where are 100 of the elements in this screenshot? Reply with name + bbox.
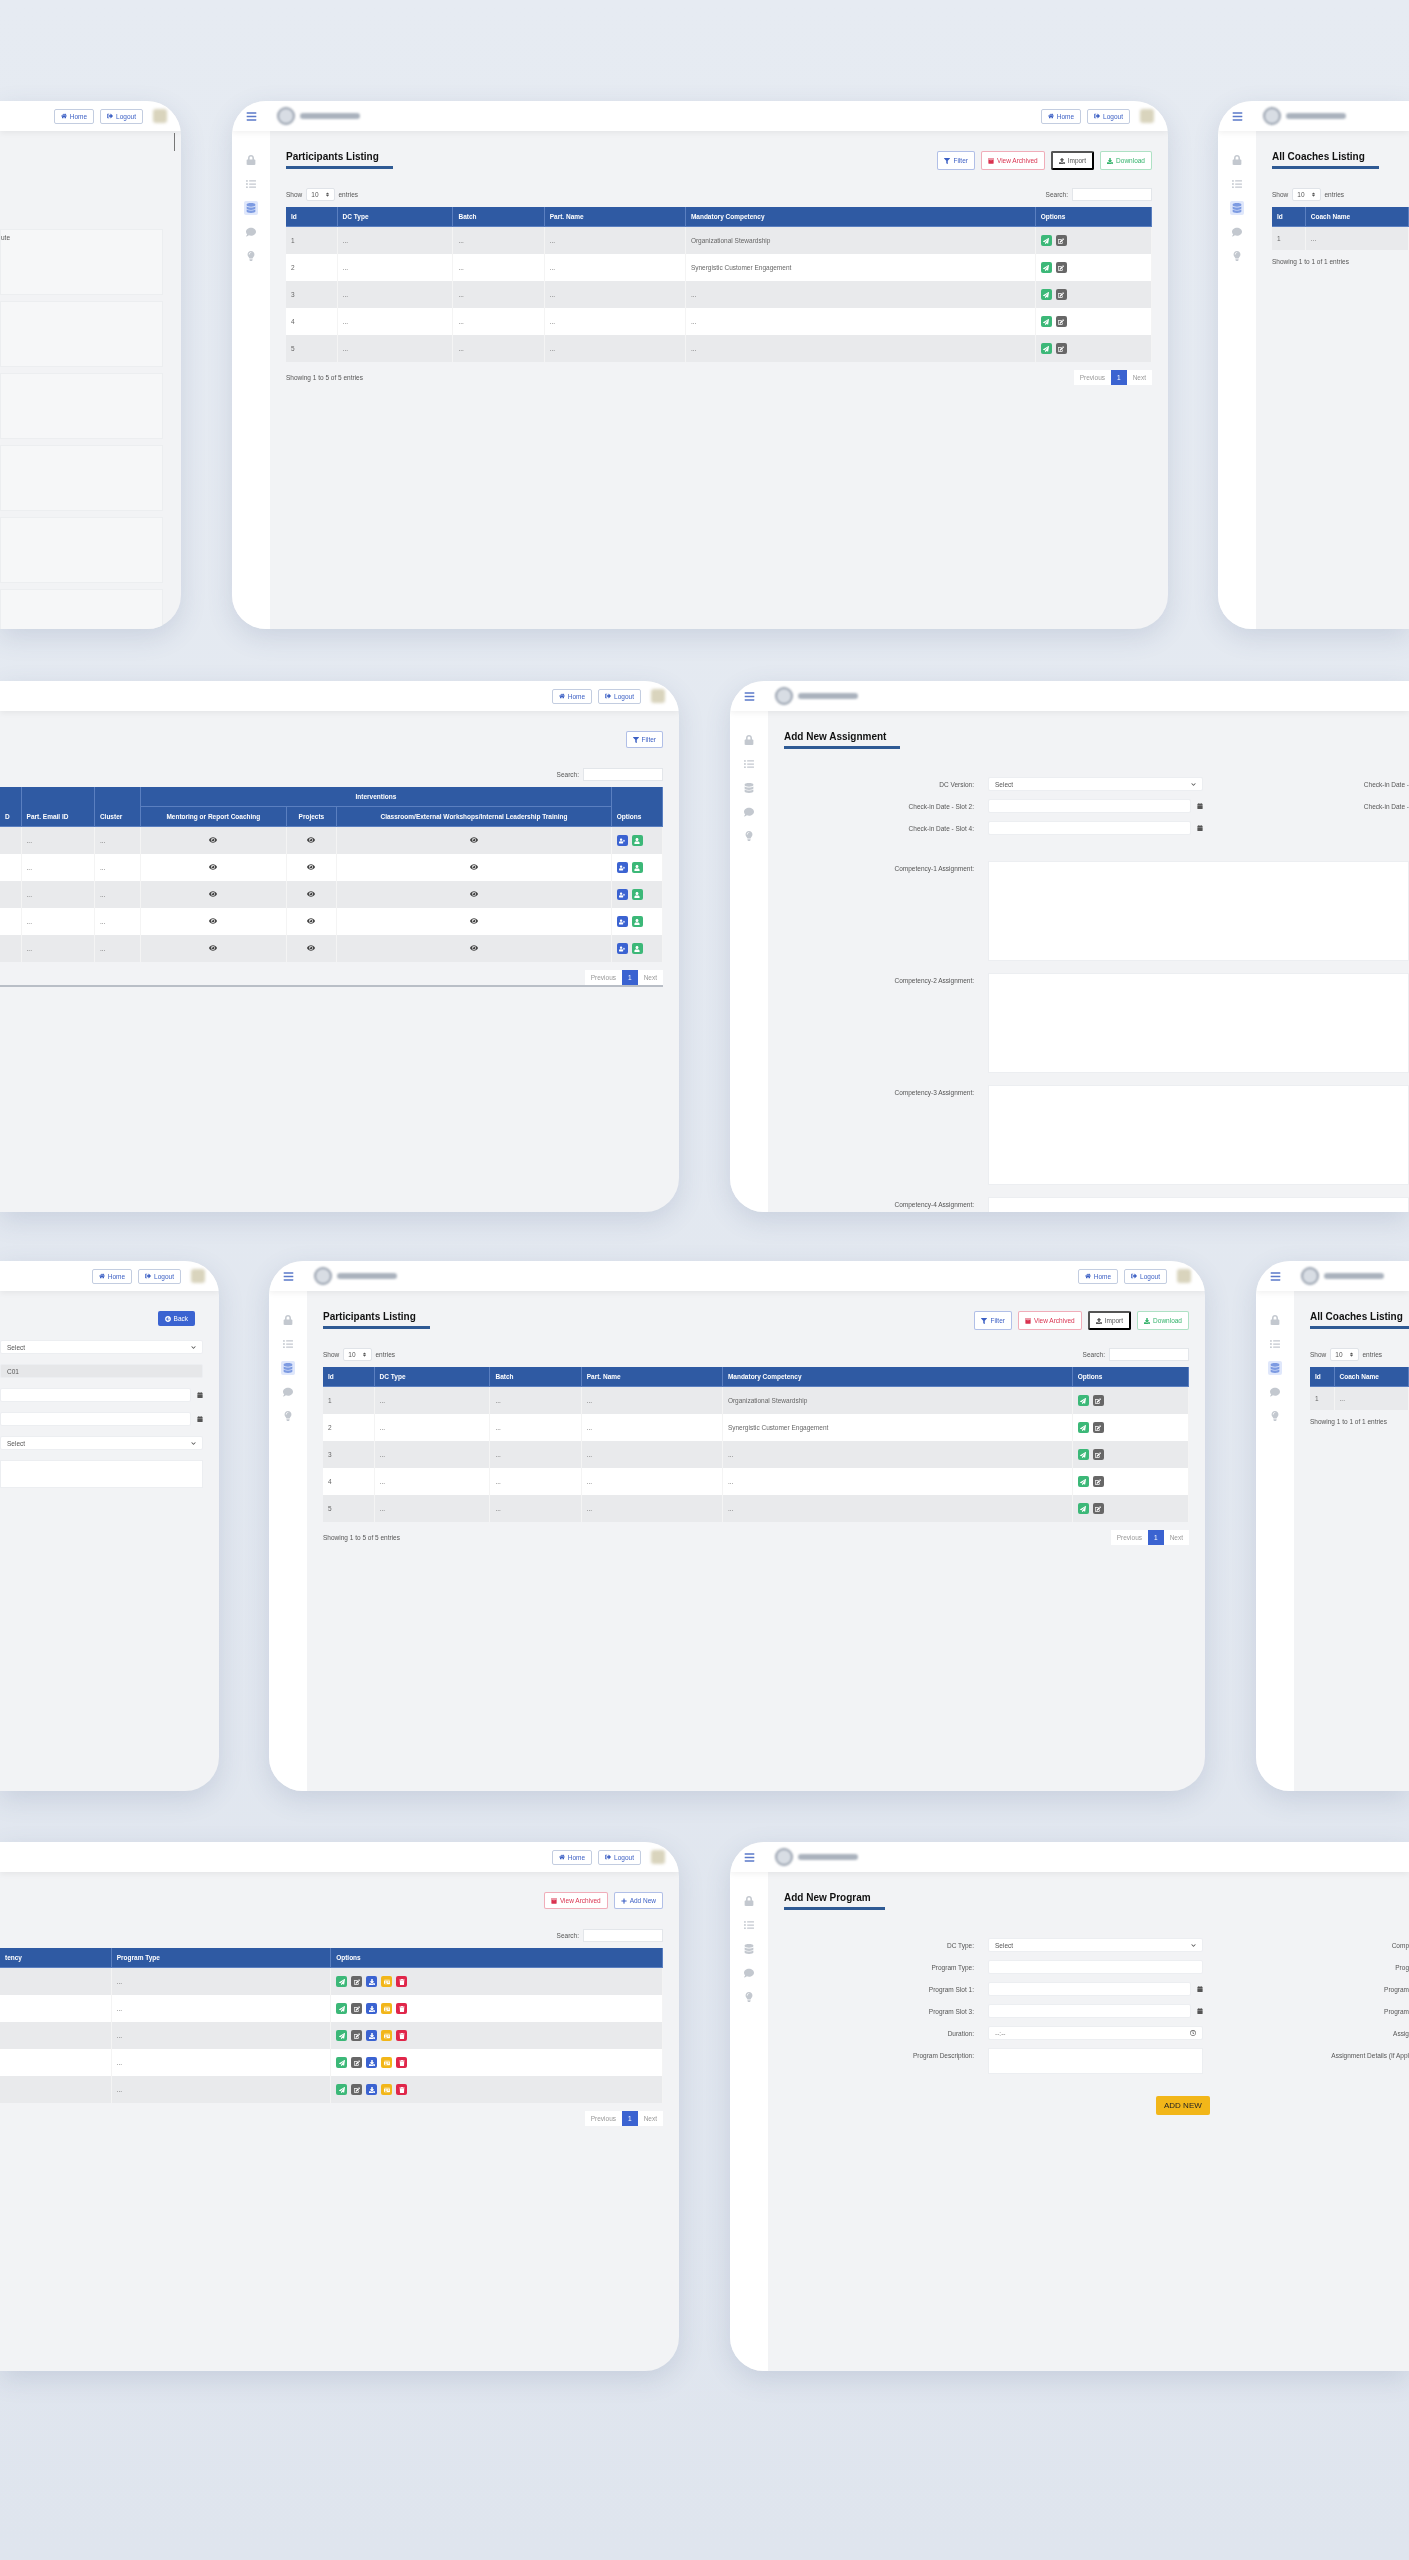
send-button[interactable] [336, 2030, 348, 2041]
assign-button[interactable] [616, 916, 628, 927]
sidebar-item[interactable] [742, 1894, 756, 1908]
assign-button[interactable] [616, 943, 628, 954]
eye-icon[interactable] [307, 944, 316, 952]
user-button[interactable] [631, 835, 643, 846]
sidebar-item[interactable] [244, 201, 258, 215]
search-field[interactable] [583, 1928, 663, 1942]
sidebar-item[interactable] [1268, 1361, 1282, 1375]
user-button[interactable] [631, 862, 643, 873]
sidebar-item[interactable] [742, 757, 756, 771]
menu-icon[interactable] [744, 690, 755, 702]
edit-button[interactable] [1092, 1449, 1104, 1460]
sidebar-item[interactable] [742, 733, 756, 747]
download-button[interactable] [366, 1976, 378, 1987]
send-button[interactable] [336, 2003, 348, 2014]
eye-icon[interactable] [209, 863, 218, 871]
edit-button[interactable] [1092, 1395, 1104, 1406]
sidebar-item[interactable] [742, 1918, 756, 1932]
calendar-icon[interactable] [1197, 825, 1203, 831]
sidebar-item[interactable] [244, 153, 258, 167]
send-button[interactable] [1040, 289, 1052, 300]
send-button[interactable] [1077, 1476, 1089, 1487]
user-button[interactable] [631, 889, 643, 900]
send-button[interactable] [1077, 1395, 1089, 1406]
sidebar-item[interactable] [1230, 201, 1244, 215]
edit-button[interactable] [1092, 1476, 1104, 1487]
sidebar-item[interactable] [742, 1942, 756, 1956]
eye-icon[interactable] [470, 944, 478, 952]
eye-icon[interactable] [307, 890, 316, 898]
menu-icon[interactable] [744, 1851, 755, 1863]
sidebar-item[interactable] [281, 1337, 295, 1351]
delete-button[interactable] [396, 2084, 408, 2095]
download-button[interactable] [366, 2030, 378, 2041]
sidebar-item[interactable] [244, 177, 258, 191]
assign-button[interactable] [616, 862, 628, 873]
sidebar-item[interactable] [281, 1313, 295, 1327]
send-button[interactable] [336, 2084, 348, 2095]
eye-icon[interactable] [307, 836, 316, 844]
delete-button[interactable] [396, 1976, 408, 1987]
send-button[interactable] [1077, 1422, 1089, 1433]
edit-button[interactable] [351, 2057, 363, 2068]
sidebar-item[interactable] [1268, 1385, 1282, 1399]
search-field[interactable] [583, 767, 663, 781]
delete-button[interactable] [396, 2030, 408, 2041]
menu-icon[interactable] [283, 1270, 294, 1282]
sidebar-item[interactable] [281, 1385, 295, 1399]
calendar-icon[interactable] [1197, 2008, 1203, 2014]
send-button[interactable] [336, 1976, 348, 1987]
eye-icon[interactable] [470, 917, 478, 925]
assign-button[interactable] [616, 889, 628, 900]
edit-button[interactable] [1055, 316, 1067, 327]
add-new-button[interactable]: ADD NEW [1156, 2096, 1210, 2115]
calendar-icon[interactable] [197, 1392, 203, 1398]
sidebar-item[interactable] [1268, 1313, 1282, 1327]
sidebar-item[interactable] [244, 225, 258, 239]
sidebar-item[interactable] [281, 1361, 295, 1375]
send-button[interactable] [1040, 262, 1052, 273]
delete-button[interactable] [396, 2057, 408, 2068]
sidebar-item[interactable] [1230, 225, 1244, 239]
send-button[interactable] [1040, 316, 1052, 327]
calendar-icon[interactable] [1197, 803, 1203, 809]
menu-icon[interactable] [1232, 110, 1243, 122]
download-button[interactable] [366, 2084, 378, 2095]
eye-icon[interactable] [470, 890, 478, 898]
edit-button[interactable] [1092, 1503, 1104, 1514]
send-button[interactable] [1040, 343, 1052, 354]
edit-button[interactable] [351, 2030, 363, 2041]
edit-button[interactable] [351, 2084, 363, 2095]
send-button[interactable] [1077, 1503, 1089, 1514]
eye-icon[interactable] [307, 863, 316, 871]
edit-button[interactable] [351, 2003, 363, 2014]
delete-button[interactable] [396, 2003, 408, 2014]
calendar-icon[interactable] [1197, 1986, 1203, 1992]
send-button[interactable] [1040, 235, 1052, 246]
download-button[interactable] [366, 2057, 378, 2068]
send-button[interactable] [1077, 1449, 1089, 1460]
eye-icon[interactable] [209, 917, 218, 925]
sidebar-item[interactable] [742, 1966, 756, 1980]
search-field[interactable] [1072, 187, 1152, 201]
send-button[interactable] [336, 2057, 348, 2068]
download-button[interactable] [366, 2003, 378, 2014]
sidebar-item[interactable] [1230, 153, 1244, 167]
edit-button[interactable] [1055, 289, 1067, 300]
sidebar-item[interactable] [742, 781, 756, 795]
user-button[interactable] [631, 943, 643, 954]
eye-icon[interactable] [209, 836, 218, 844]
user-button[interactable] [631, 916, 643, 927]
eye-icon[interactable] [209, 944, 218, 952]
menu-icon[interactable] [1270, 1270, 1281, 1282]
assign-button[interactable] [616, 835, 628, 846]
sidebar-item[interactable] [742, 805, 756, 819]
edit-button[interactable] [351, 1976, 363, 1987]
menu-icon[interactable] [246, 110, 257, 122]
edit-button[interactable] [1092, 1422, 1104, 1433]
sidebar-item[interactable] [1230, 177, 1244, 191]
edit-button[interactable] [1055, 235, 1067, 246]
search-field[interactable] [1109, 1347, 1189, 1361]
edit-button[interactable] [1055, 343, 1067, 354]
eye-icon[interactable] [307, 917, 316, 925]
